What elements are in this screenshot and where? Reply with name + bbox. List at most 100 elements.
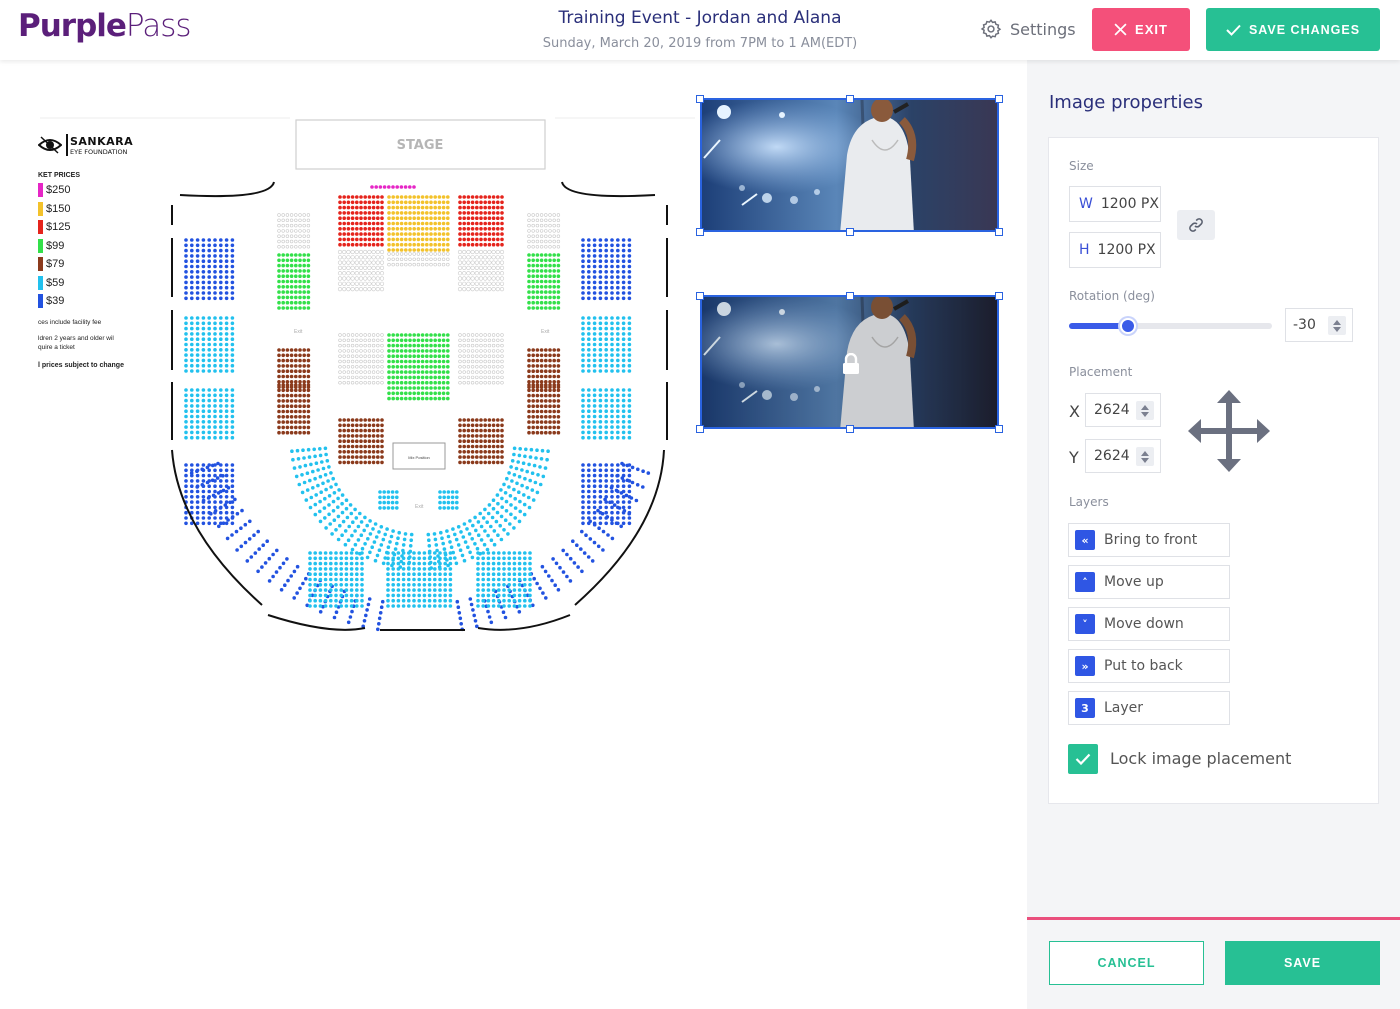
seat[interactable] [446,375,450,380]
seat[interactable] [256,529,261,534]
seat[interactable] [492,529,497,533]
seat[interactable] [294,380,298,384]
seat[interactable] [350,205,355,210]
seat[interactable] [289,306,294,310]
seat[interactable] [417,598,422,603]
seat[interactable] [207,285,211,290]
seat[interactable] [408,349,412,353]
seat[interactable] [544,348,548,352]
seat[interactable] [531,274,535,278]
seat[interactable] [302,430,307,435]
seat[interactable] [224,326,229,331]
seat[interactable] [298,295,302,300]
seat[interactable] [458,444,462,449]
seat[interactable] [476,556,480,561]
seat[interactable] [350,450,355,454]
seat[interactable] [190,348,194,352]
seat[interactable] [302,415,307,419]
seat[interactable] [298,229,302,233]
seat[interactable] [627,353,632,357]
seat[interactable] [441,211,446,215]
seat[interactable] [306,213,311,217]
seat[interactable] [298,218,302,223]
seat[interactable] [346,428,351,433]
seat[interactable] [470,537,475,541]
seat[interactable] [207,521,211,526]
seat[interactable] [581,316,585,320]
seat[interactable] [355,434,359,438]
seat[interactable] [219,430,223,435]
seat[interactable] [302,269,307,273]
seat[interactable] [420,257,425,262]
seat[interactable] [610,473,614,478]
seat[interactable] [213,348,217,352]
seat[interactable] [470,255,475,260]
seat[interactable] [230,463,235,467]
seat[interactable] [184,342,188,347]
seat[interactable] [479,200,483,205]
seat[interactable] [610,280,614,285]
seat[interactable] [378,490,382,494]
seat[interactable] [243,522,248,527]
seat[interactable] [517,588,522,592]
seat[interactable] [213,409,217,414]
seat[interactable] [342,242,347,247]
seat[interactable] [342,255,347,260]
seat[interactable] [213,484,217,489]
seat[interactable] [483,455,488,459]
seat[interactable] [318,577,323,582]
seat[interactable] [475,195,479,199]
seat[interactable] [616,243,620,248]
seat[interactable] [300,490,305,495]
seat[interactable] [507,567,512,571]
seat[interactable] [224,468,229,473]
seat[interactable] [298,399,302,403]
seat[interactable] [367,418,372,422]
seat[interactable] [449,545,454,549]
seat[interactable] [429,343,433,348]
seat[interactable] [224,280,229,285]
seat[interactable] [496,444,500,449]
seat[interactable] [301,581,305,586]
seat[interactable] [420,200,425,205]
seat[interactable] [332,518,337,522]
seat[interactable] [427,577,432,582]
seat[interactable] [337,281,343,286]
seat[interactable] [391,593,396,598]
rotation-input[interactable]: -30 [1285,308,1353,342]
rotation-slider-handle[interactable] [1119,318,1136,334]
seat[interactable] [207,369,211,373]
seat[interactable] [289,383,294,387]
seat[interactable] [475,370,479,374]
seat[interactable] [587,264,591,269]
seat[interactable] [289,415,294,419]
seat[interactable] [531,430,535,435]
seat[interactable] [281,213,285,217]
seat[interactable] [621,521,626,526]
seat[interactable] [298,415,302,419]
seat[interactable] [531,348,535,352]
seat[interactable] [184,264,188,269]
seat[interactable] [230,369,235,373]
seat[interactable] [420,211,425,215]
seat[interactable] [190,404,194,408]
seat[interactable] [448,551,453,555]
seat[interactable] [473,619,478,623]
seat[interactable] [377,622,381,626]
seat[interactable] [442,495,447,500]
seat[interactable] [604,342,608,347]
seat[interactable] [346,349,351,353]
seat[interactable] [627,296,632,301]
seat[interactable] [201,404,206,408]
seat[interactable] [412,359,417,364]
seat[interactable] [544,213,548,217]
seat[interactable] [425,221,429,226]
seat[interactable] [207,321,211,326]
seat[interactable] [346,620,351,625]
seat[interactable] [531,415,535,419]
seat[interactable] [604,435,608,440]
seat[interactable] [346,343,351,348]
seat[interactable] [495,249,500,255]
seat[interactable] [213,398,217,403]
seat[interactable] [486,556,491,561]
